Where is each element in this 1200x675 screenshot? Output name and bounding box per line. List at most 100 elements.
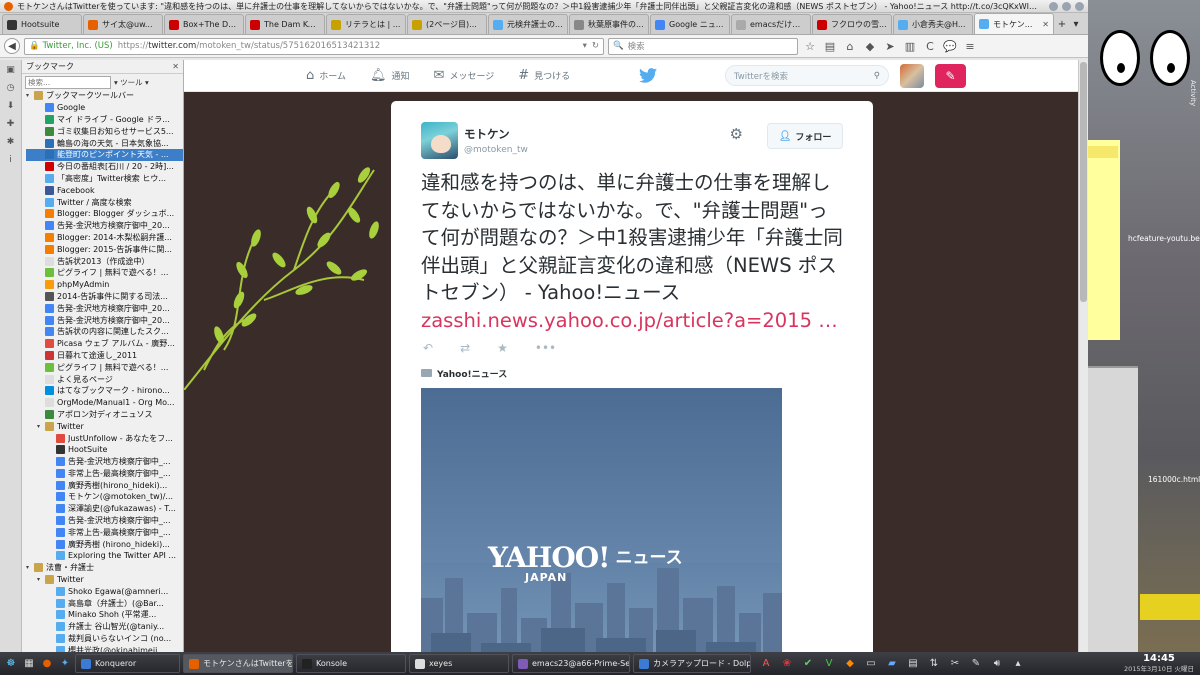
author-display-name[interactable]: モトケン: [464, 126, 528, 142]
clipboard-icon[interactable]: ✎: [968, 656, 984, 672]
bookmark-folder[interactable]: ▾ ブックマークツールバー: [26, 90, 183, 102]
dropdown-arrow-icon[interactable]: ▾: [583, 41, 587, 51]
taskbar-task[interactable]: Konsole: [296, 654, 406, 673]
bookmark-item[interactable]: Blogger: 2015-告訴事件に関...: [26, 243, 183, 255]
bookmark-item[interactable]: ピグライフ | 無料で遊べる！...: [26, 267, 183, 279]
bookmark-item[interactable]: 深澤諭史(@fukazawas) - T...: [26, 503, 183, 515]
retweet-icon[interactable]: ⇄: [460, 341, 470, 355]
card-source-name[interactable]: Yahoo!ニュース: [437, 367, 507, 380]
bookmark-item[interactable]: 非常上告-最高検察庁御中_...: [26, 468, 183, 480]
abc-icon[interactable]: A: [758, 656, 774, 672]
tray-expand-icon[interactable]: ▴: [1010, 656, 1026, 672]
follow-button[interactable]: 👤︎ フォロー: [767, 123, 843, 149]
bookmark-folder[interactable]: ▾ Twitter: [26, 574, 183, 586]
browser-tab[interactable]: リテラとは | ...: [326, 14, 406, 34]
bookmark-item[interactable]: アポロン対ディオニュソス: [26, 409, 183, 421]
browser-tab[interactable]: 小倉秀夫@H...: [893, 14, 973, 34]
menu-icon[interactable]: ≡: [962, 38, 978, 54]
card-preview-image[interactable]: YAHOO! JAPAN ニュース: [421, 387, 782, 652]
file-icon[interactable]: ▤: [905, 656, 921, 672]
downloads-icon[interactable]: ⬇: [5, 100, 17, 112]
share-icon[interactable]: ➤: [882, 38, 898, 54]
reload-icon[interactable]: ↻: [592, 41, 599, 51]
bookmark-item[interactable]: Exploring the Twitter API ...: [26, 550, 183, 562]
bookmark-item[interactable]: Shoko Egawa(@amneri...: [26, 585, 183, 597]
reply-icon[interactable]: ↶: [423, 341, 433, 355]
bookmark-item[interactable]: JustUnfollow - あなたをフ...: [26, 432, 183, 444]
bookmark-item[interactable]: 「高密度」Twitter検索 ヒウ...: [26, 173, 183, 185]
browser-tab[interactable]: emacsだけで...: [731, 14, 811, 34]
taskbar-task[interactable]: emacs23@a66-Prime-Series: [512, 654, 630, 673]
browser-tab[interactable]: Hootsuite: [2, 14, 82, 34]
bookmark-item[interactable]: 非常上告-最高検察庁御中_...: [26, 526, 183, 538]
more-icon[interactable]: •••: [535, 341, 556, 355]
bookmark-item[interactable]: HootSuite: [26, 444, 183, 456]
bookmark-item[interactable]: マイ ドライブ - Google ドラ...: [26, 114, 183, 126]
bookmark-item[interactable]: Blogger: 2014-木梨松嗣弁護...: [26, 232, 183, 244]
bookmark-item[interactable]: 廣野秀樹(hirono_hideki)...: [26, 479, 183, 491]
history-icon[interactable]: ◷: [5, 82, 17, 94]
bookmark-item[interactable]: 輪島の海の天気 - 日本気象協...: [26, 137, 183, 149]
maximize-button[interactable]: [1062, 1, 1071, 11]
bookmark-item[interactable]: 告訴状2013（作成途中）: [26, 255, 183, 267]
info-icon[interactable]: i: [5, 154, 17, 166]
activity-label[interactable]: Activity: [1189, 80, 1197, 106]
addons-icon[interactable]: ✚: [5, 118, 17, 130]
taskbar-task[interactable]: カメラアップロード - Dolphin: [633, 654, 751, 673]
bookmark-item[interactable]: Minako Shoh (平常運...: [26, 609, 183, 621]
search-bar[interactable]: 🔍 検索: [608, 37, 798, 55]
browser-tab[interactable]: フクロウの雪...: [812, 14, 892, 34]
tab-list-button[interactable]: ▾: [1069, 14, 1083, 34]
bookmark-item[interactable]: 櫻井光政(@okinahimeji...: [26, 644, 183, 652]
tools-icon[interactable]: ✂: [947, 656, 963, 672]
twitter-search-input[interactable]: Twitterを検索 ⚲: [725, 65, 889, 86]
bookmark-star-icon[interactable]: ☆: [802, 38, 818, 54]
bookmark-search-input[interactable]: [25, 75, 111, 89]
nav-home[interactable]: ⌂ ホーム: [306, 68, 346, 83]
author-handle[interactable]: @motoken_tw: [464, 145, 528, 155]
browser-tab[interactable]: The Dam Ke...: [245, 14, 325, 34]
clock[interactable]: 14:45 2015年3月10日 火曜日: [1124, 653, 1194, 674]
browser-tab[interactable]: Box+The Da...: [164, 14, 244, 34]
bookmark-item[interactable]: Blogger: Blogger ダッシュボ...: [26, 208, 183, 220]
background-window[interactable]: [1088, 366, 1138, 652]
bookmark-item[interactable]: よく見るページ: [26, 373, 183, 385]
pocket-icon[interactable]: ◆: [862, 38, 878, 54]
bookmark-item[interactable]: Twitter / 高度な検索: [26, 196, 183, 208]
nav-notifications[interactable]: 🔔︎ 通知: [370, 68, 410, 83]
user-avatar[interactable]: [900, 64, 924, 88]
twisty-icon[interactable]: ▾: [37, 576, 43, 583]
folder-icon[interactable]: ▰: [884, 656, 900, 672]
vim-icon[interactable]: V: [821, 656, 837, 672]
minimize-button[interactable]: [1049, 1, 1058, 11]
extension-icon[interactable]: C: [922, 38, 938, 54]
magnifier-icon[interactable]: ⚲: [874, 71, 880, 81]
bookmark-item[interactable]: 今日の番組表[石川 / 20 - 2時]...: [26, 161, 183, 173]
favorite-icon[interactable]: ★: [497, 341, 508, 355]
bookmark-item[interactable]: ゴミ収集日お知らせサービス5...: [26, 125, 183, 137]
tweet-link[interactable]: zasshi.news.yahoo.co.jp/article?a=2015 …: [421, 307, 843, 335]
sidebar-close-icon[interactable]: ✕: [172, 62, 179, 71]
pager-icon[interactable]: ▦: [21, 656, 37, 672]
nav-discover[interactable]: # 見つける: [518, 68, 570, 83]
volume-icon[interactable]: 🔊︎: [989, 656, 1005, 672]
twitter-launcher-icon[interactable]: ✦: [57, 656, 73, 672]
bookmark-item[interactable]: Google: [26, 102, 183, 114]
bookmark-item[interactable]: OrgMode/Manual1 - Org Mo...: [26, 397, 183, 409]
chat-icon[interactable]: 💬: [942, 38, 958, 54]
bookmark-item[interactable]: 告発-金沢地方検察庁御中_...: [26, 515, 183, 527]
twisty-icon[interactable]: ▾: [37, 423, 43, 430]
network-icon[interactable]: ⇅: [926, 656, 942, 672]
bookmark-item[interactable]: phpMyAdmin: [26, 279, 183, 291]
browser-tab[interactable]: (2ページ目)...: [407, 14, 487, 34]
compose-tweet-button[interactable]: ✎: [935, 64, 966, 88]
url-bar[interactable]: 🔒 Twitter, Inc. (US) https:// twitter.co…: [24, 37, 604, 55]
bookmark-item[interactable]: 告発-金沢地方検察庁御中_20...: [26, 220, 183, 232]
browser-tab[interactable]: モトケン... ✕: [974, 13, 1054, 34]
bookmark-item[interactable]: 告訴状の内容に関連したスク...: [26, 326, 183, 338]
bookmark-item[interactable]: 能登町のピンポイント天気 - ...: [26, 148, 183, 161]
tab-close-icon[interactable]: ✕: [1042, 20, 1049, 29]
new-tab-button[interactable]: +: [1055, 14, 1069, 34]
bookmark-item[interactable]: はてなブックマーク - hirono...: [26, 385, 183, 397]
browser-tab[interactable]: 元検弁護士の...: [488, 14, 568, 34]
